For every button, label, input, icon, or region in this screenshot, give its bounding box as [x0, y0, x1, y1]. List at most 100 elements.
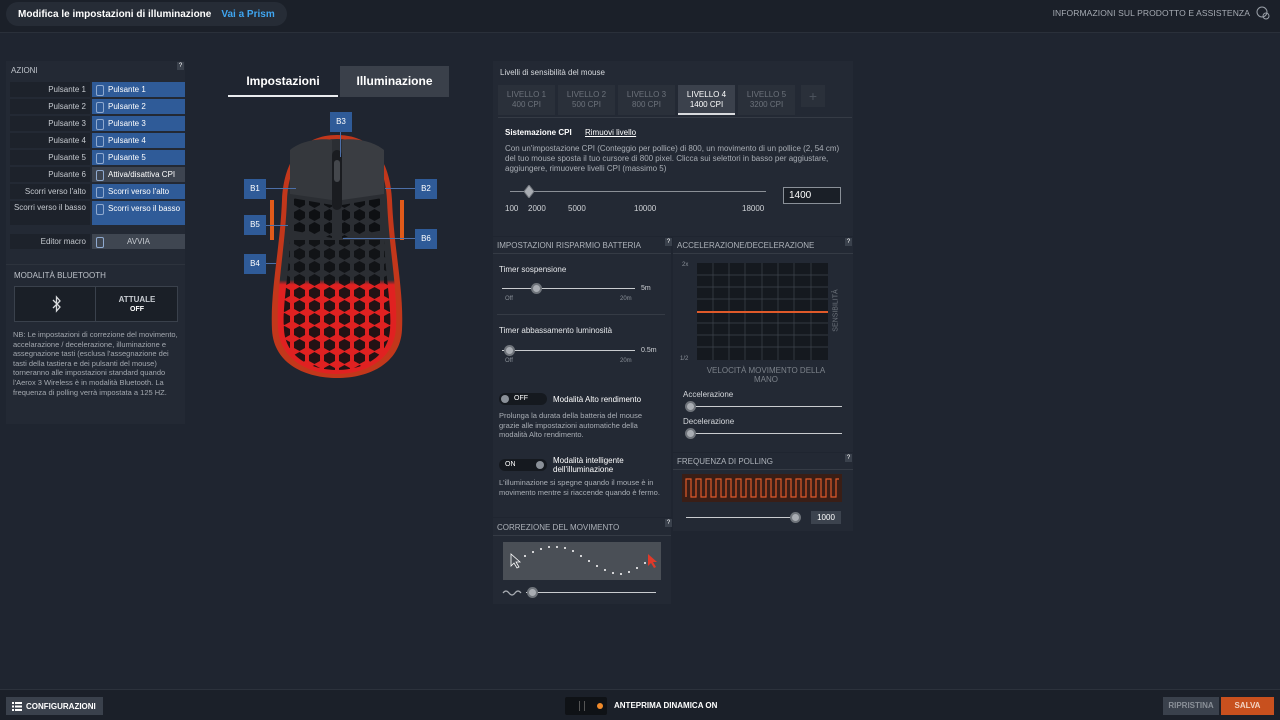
- cpi-value-input[interactable]: 1400: [783, 187, 841, 204]
- toggle-knob: [501, 395, 509, 403]
- accel-y-top: 2x: [682, 262, 689, 268]
- decel-slider-track[interactable]: [686, 433, 842, 434]
- action-label: Pulsante 4: [10, 133, 90, 148]
- correction-slider-handle[interactable]: [527, 587, 538, 598]
- tab-settings[interactable]: Impostazioni: [228, 66, 338, 97]
- actions-title: AZIONI: [11, 66, 38, 75]
- product-info-link[interactable]: INFORMAZIONI SUL PRODOTTO E ASSISTENZA: [1053, 8, 1250, 18]
- mouse-button-b2[interactable]: B2: [415, 179, 437, 199]
- accel-y-bottom: 1/2: [680, 356, 689, 362]
- sleep-timer-value: 5m: [641, 285, 651, 292]
- configurations-label: CONFIGURAZIONI: [26, 701, 96, 711]
- action-row: Scorri verso l'alto Scorri verso l'alto: [10, 184, 185, 199]
- chat-help-icon[interactable]: [1256, 6, 1270, 20]
- configurations-button[interactable]: CONFIGURAZIONI: [6, 697, 103, 715]
- accel-slider-handle[interactable]: [685, 401, 696, 412]
- mouse-button-b4[interactable]: B4: [244, 254, 266, 274]
- action-row: Pulsante 1 Pulsante 1: [10, 82, 185, 97]
- dim-timer-value: 0.5m: [641, 347, 657, 354]
- tab-lighting[interactable]: Illuminazione: [340, 66, 449, 97]
- sleep-slider-handle[interactable]: [531, 283, 542, 294]
- action-button-scroll-down[interactable]: Scorri verso il basso: [92, 201, 185, 225]
- polling-value[interactable]: 1000: [811, 511, 841, 524]
- cpi-tick: 2000: [528, 204, 546, 213]
- cpi-level-5[interactable]: LIVELLO 5 3200 CPI: [738, 85, 795, 115]
- header-divider: [0, 32, 1280, 33]
- cpi-level-name: LIVELLO 1: [506, 90, 547, 99]
- action-button-scroll-up[interactable]: Scorri verso l'alto: [92, 184, 185, 199]
- bluetooth-toggle[interactable]: ATTUALE OFF: [14, 286, 178, 322]
- action-button-1[interactable]: Pulsante 1: [92, 82, 185, 97]
- connector-line: [266, 263, 276, 264]
- action-button-4[interactable]: Pulsante 4: [92, 133, 185, 148]
- action-button-2[interactable]: Pulsante 2: [92, 99, 185, 114]
- accel-title: ACCELERAZIONE/DECELERAZIONE: [677, 241, 815, 250]
- cpi-level-name: LIVELLO 2: [566, 90, 607, 99]
- cpi-level-4[interactable]: LIVELLO 4 1400 CPI: [678, 85, 735, 115]
- action-button-6[interactable]: Attiva/disattiva CPI: [92, 167, 185, 182]
- cpi-tick: 10000: [634, 204, 657, 213]
- help-icon[interactable]: ?: [845, 454, 852, 462]
- cpi-tick: 100: [505, 204, 519, 213]
- dynamic-preview-toggle[interactable]: [565, 697, 607, 715]
- cpi-level-name: LIVELLO 5: [746, 90, 787, 99]
- polling-slider-handle[interactable]: [790, 512, 801, 523]
- cpi-level-2[interactable]: LIVELLO 2 500 CPI: [558, 85, 615, 115]
- action-button-5[interactable]: Pulsante 5: [92, 150, 185, 165]
- macro-start-button[interactable]: AVVIA: [92, 234, 185, 249]
- wave-icon: [502, 590, 522, 596]
- smart-lighting-toggle[interactable]: ON: [499, 459, 547, 471]
- cpi-level-1[interactable]: LIVELLO 1 400 CPI: [498, 85, 555, 115]
- title-pill: Modifica le impostazioni di illuminazion…: [6, 2, 287, 26]
- battery-panel: [493, 237, 671, 517]
- dim-timer-label: Timer abbassamento luminosità: [499, 326, 613, 335]
- divider: [673, 253, 853, 254]
- action-label: Pulsante 5: [10, 150, 90, 165]
- help-icon[interactable]: ?: [665, 238, 672, 246]
- toggle-state: ON: [505, 461, 516, 468]
- mouse-button-b1[interactable]: B1: [244, 179, 266, 199]
- action-row: Pulsante 6 Attiva/disattiva CPI: [10, 167, 185, 182]
- bluetooth-state-label: ATTUALE: [118, 295, 156, 304]
- add-level-button[interactable]: +: [801, 85, 825, 107]
- page-title: Modifica le impostazioni di illuminazion…: [18, 8, 212, 20]
- mouse-button-b3[interactable]: B3: [330, 112, 352, 132]
- action-button-3[interactable]: Pulsante 3: [92, 116, 185, 131]
- high-performance-label: Modalità Alto rendimento: [553, 395, 642, 404]
- toggle-grip: [579, 701, 585, 711]
- divider: [6, 264, 185, 265]
- mouse-button-b6[interactable]: B6: [415, 229, 437, 249]
- mouse-button-b5[interactable]: B5: [244, 215, 266, 235]
- accel-slider-track[interactable]: [686, 406, 842, 407]
- save-button[interactable]: SALVA: [1221, 697, 1274, 715]
- help-icon[interactable]: ?: [177, 62, 184, 70]
- correction-slider-track[interactable]: [526, 592, 656, 593]
- decel-slider-handle[interactable]: [685, 428, 696, 439]
- divider: [493, 535, 671, 536]
- remove-level-link[interactable]: Rimuovi livello: [585, 128, 636, 137]
- polling-slider-track[interactable]: [686, 517, 798, 518]
- smart-lighting-desc: L'illuminazione si spegne quando il mous…: [499, 478, 660, 497]
- action-label: Scorri verso l'alto: [10, 184, 90, 199]
- cpi-title: Livelli di sensibilità del mouse: [500, 68, 605, 77]
- cpi-level-value: 500 CPI: [572, 100, 601, 109]
- sleep-max-label: 20m: [620, 296, 632, 302]
- cpi-level-3[interactable]: LIVELLO 3 800 CPI: [618, 85, 675, 115]
- accel-x-label: VELOCITÀ MOVIMENTO DELLA MANO: [706, 366, 826, 384]
- reset-button[interactable]: RIPRISTINA: [1163, 697, 1219, 715]
- bluetooth-title: MODALITÀ BLUETOOTH: [14, 271, 106, 280]
- prism-link[interactable]: Vai a Prism: [221, 9, 274, 20]
- sleep-slider-track[interactable]: [502, 288, 635, 289]
- polling-title: FREQUENZA DI POLLING: [677, 457, 774, 466]
- help-icon[interactable]: ?: [845, 238, 852, 246]
- cpi-slider-handle[interactable]: [524, 185, 534, 198]
- high-performance-toggle[interactable]: OFF: [499, 393, 547, 405]
- dim-slider-handle[interactable]: [504, 345, 515, 356]
- action-label: Pulsante 3: [10, 116, 90, 131]
- help-icon[interactable]: ?: [665, 519, 672, 527]
- action-row: Pulsante 4 Pulsante 4: [10, 133, 185, 148]
- high-performance-desc: Prolunga la durata della batteria del mo…: [499, 411, 643, 440]
- accel-graph: [697, 263, 828, 360]
- cpi-slider-track[interactable]: [510, 191, 766, 192]
- dim-slider-track[interactable]: [502, 350, 635, 351]
